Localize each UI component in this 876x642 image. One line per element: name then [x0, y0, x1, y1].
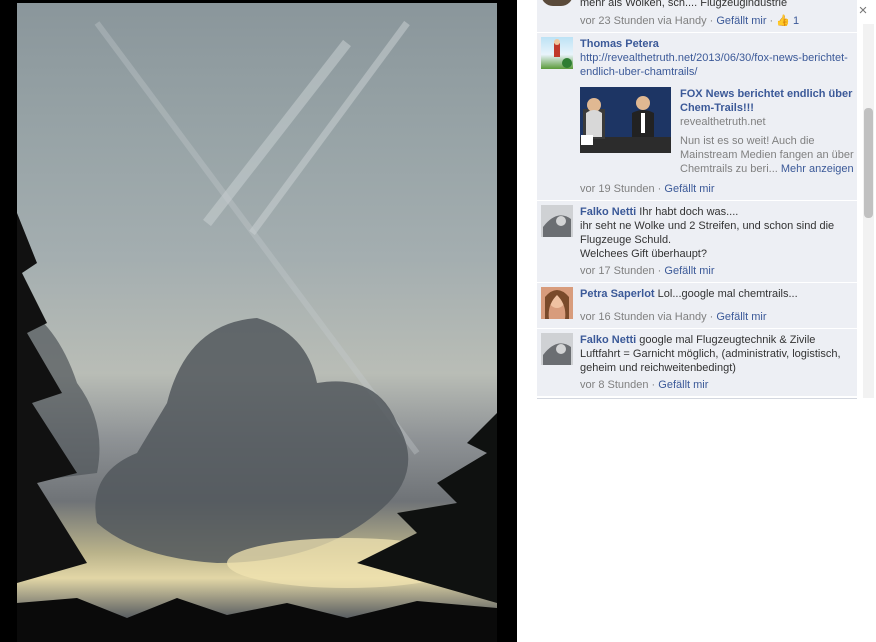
- link-preview-title[interactable]: FOX News berichtet endlich über Chem-Tra…: [680, 87, 857, 115]
- like-link[interactable]: Gefällt mir: [658, 379, 708, 391]
- comments-scrollbar[interactable]: [863, 24, 874, 398]
- avatar[interactable]: [541, 0, 573, 6]
- comment-text-line: Welchees Gift überhaupt?: [580, 248, 707, 260]
- comment-text: Lol...google mal chemtrails...: [657, 288, 798, 300]
- comment-meta: vor 8 Stunden · Gefällt mir: [580, 379, 709, 391]
- comment-time: vor 23 Stunden via Handy: [580, 15, 707, 27]
- comment-meta: vor 23 Stunden via Handy · Gefällt mir ·…: [580, 15, 800, 27]
- comment-time: vor 8 Stunden: [580, 379, 649, 391]
- comment-author[interactable]: Thomas Petera: [580, 38, 659, 50]
- avatar[interactable]: [541, 287, 573, 319]
- comment-link[interactable]: http://revealthetruth.net/2013/06/30/fox…: [580, 52, 848, 78]
- comment-author[interactable]: Falko Netti: [580, 206, 636, 218]
- comment-item: Falko Netti google mal Flugzeugtechnik &…: [537, 329, 857, 397]
- show-more-link[interactable]: Mehr anzeigen: [781, 163, 854, 175]
- comment-author[interactable]: Petra Saperlot: [580, 288, 655, 300]
- comment-list[interactable]: mehr als Wolken, sch.... Flugzeugindustr…: [537, 0, 857, 399]
- comment-time: vor 17 Stunden: [580, 265, 655, 277]
- link-preview-image[interactable]: [580, 87, 671, 153]
- like-link[interactable]: Gefällt mir: [664, 183, 714, 195]
- comment-item: Petra Saperlot Lol...google mal chemtrai…: [537, 283, 857, 329]
- close-button[interactable]: ×: [856, 2, 870, 19]
- link-preview-description: Nun ist es so weit! Auch die Mainstream …: [680, 135, 854, 175]
- comment-meta: vor 17 Stunden · Gefällt mir: [580, 265, 715, 277]
- comment-meta: vor 19 Stunden · Gefällt mir: [580, 183, 715, 195]
- avatar[interactable]: [541, 37, 573, 69]
- sky-photo: [17, 3, 497, 642]
- like-link[interactable]: Gefällt mir: [664, 265, 714, 277]
- like-link[interactable]: Gefällt mir: [716, 311, 766, 323]
- scrollbar-thumb[interactable]: [864, 108, 873, 218]
- photo-stage: [0, 0, 517, 642]
- link-preview-domain: revealthetruth.net: [680, 116, 766, 128]
- close-icon: ×: [858, 2, 868, 19]
- like-count[interactable]: 👍 1: [776, 15, 799, 27]
- thumbs-up-icon: 👍: [776, 15, 790, 27]
- like-link[interactable]: Gefällt mir: [716, 15, 766, 27]
- comment-text-line: ihr seht ne Wolke und 2 Streifen, und sc…: [580, 220, 835, 246]
- comment-time: vor 16 Stunden via Handy: [580, 311, 707, 323]
- comment-meta: vor 16 Stunden via Handy · Gefällt mir: [580, 311, 767, 323]
- comment-text: mehr als Wolken, sch.... Flugzeugindustr…: [580, 0, 788, 9]
- comments-panel: × mehr als Wolken, sch.... Flugzeugindus…: [517, 0, 876, 642]
- comment-item: mehr als Wolken, sch.... Flugzeugindustr…: [537, 0, 857, 33]
- comment-time: vor 19 Stunden: [580, 183, 655, 195]
- comment-author[interactable]: Falko Netti: [580, 334, 636, 346]
- comment-item: Thomas Petera http://revealthetruth.net/…: [537, 33, 857, 201]
- link-preview[interactable]: FOX News berichtet endlich über Chem-Tra…: [580, 87, 854, 179]
- avatar[interactable]: [541, 205, 573, 237]
- avatar[interactable]: [541, 333, 573, 365]
- comment-text-line: Ihr habt doch was....: [639, 206, 739, 218]
- comment-item: Falko Netti Ihr habt doch was.... ihr se…: [537, 201, 857, 283]
